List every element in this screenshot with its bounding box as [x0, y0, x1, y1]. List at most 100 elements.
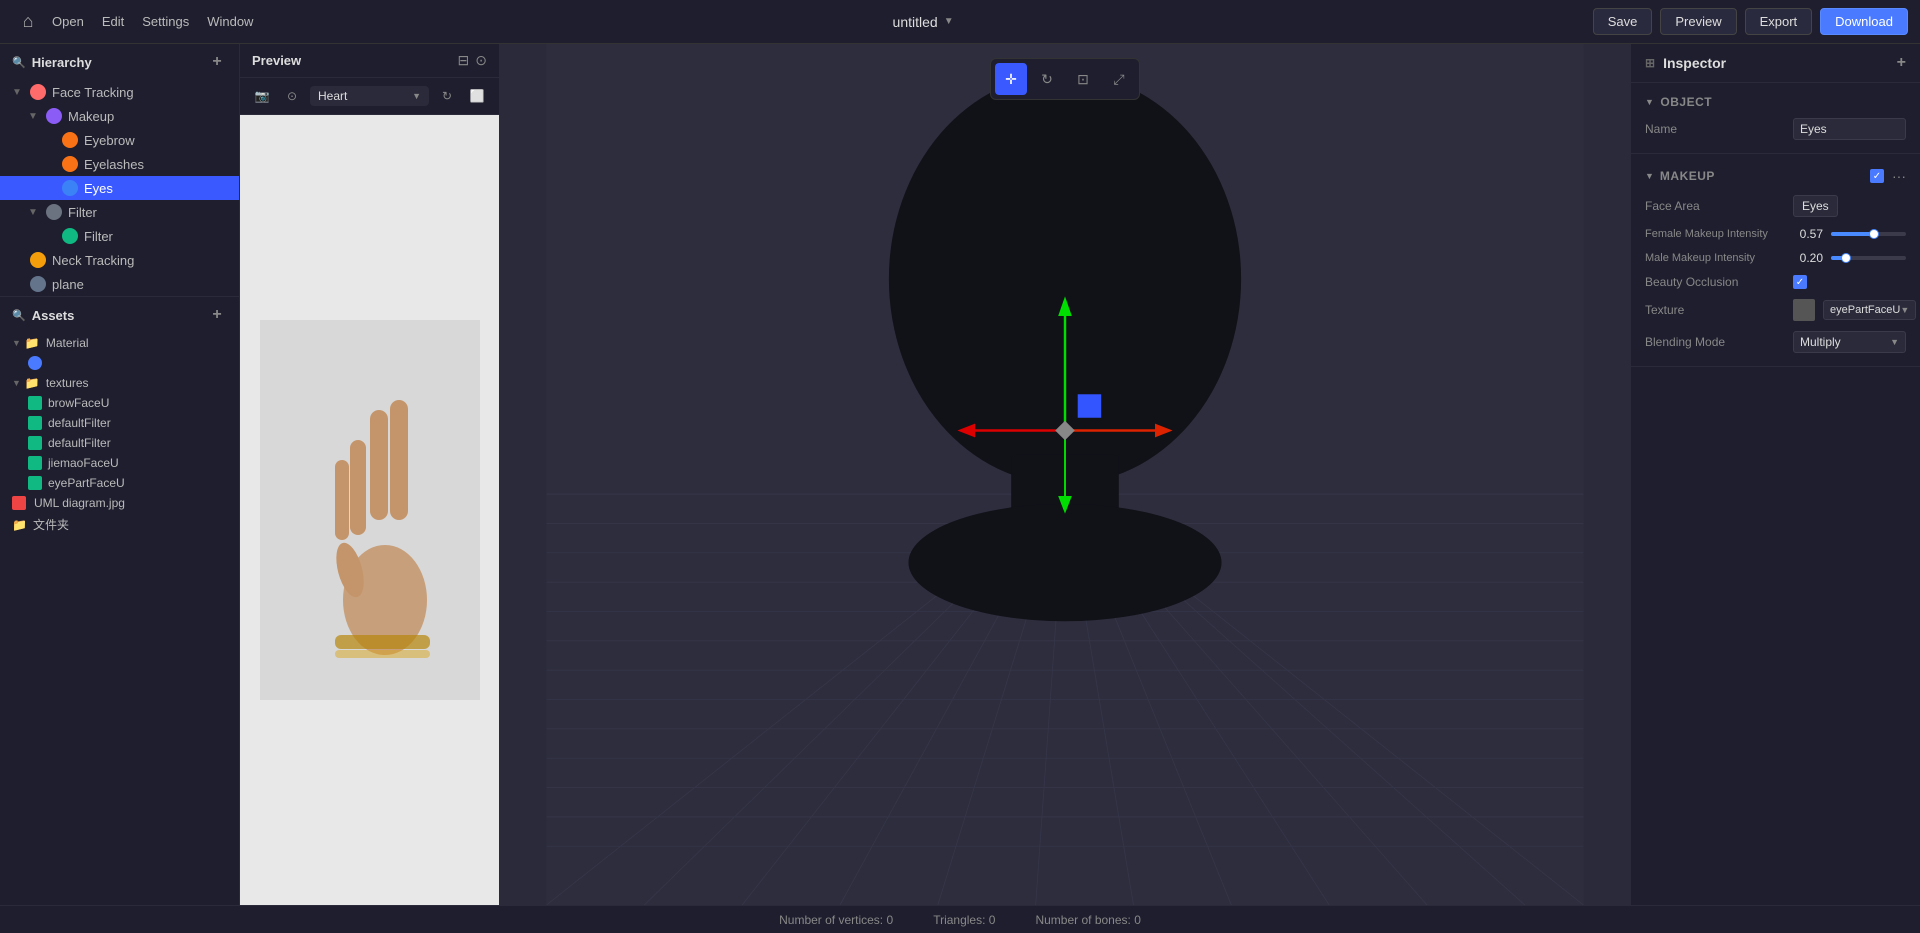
- texture-select[interactable]: eyePartFaceU ▼: [1823, 300, 1916, 320]
- male-intensity-slider[interactable]: [1831, 256, 1906, 260]
- jiemaoFaceU-label: jiemaoFaceU: [48, 456, 119, 470]
- scale-uniform-tool[interactable]: ⊡: [1067, 63, 1099, 95]
- hierarchy-title: Hierarchy: [32, 55, 92, 70]
- fullscreen-icon[interactable]: ⬜: [465, 84, 489, 108]
- menu-open[interactable]: Open: [52, 14, 84, 29]
- face-area-label: Face Area: [1645, 199, 1785, 213]
- download-button[interactable]: Download: [1820, 8, 1908, 35]
- preview-button[interactable]: Preview: [1660, 8, 1736, 35]
- plane-icon: [30, 276, 46, 292]
- preview-settings-icon[interactable]: ⊙: [475, 52, 487, 69]
- sidebar-item-filter[interactable]: Filter: [0, 224, 239, 248]
- expand-icon: ▼: [12, 378, 21, 388]
- sidebar-item-eyes[interactable]: Eyes: [0, 176, 239, 200]
- texture-row: Texture eyePartFaceU ▼: [1631, 294, 1920, 326]
- sidebar-item-neck-tracking[interactable]: Neck Tracking: [0, 248, 239, 272]
- female-intensity-row: Female Makeup Intensity 0.57: [1631, 222, 1920, 246]
- file-icon: [28, 436, 42, 450]
- object-section-label: Object: [1660, 95, 1712, 109]
- rotate-tool[interactable]: ↻: [1031, 63, 1063, 95]
- neck-tracking-icon: [30, 252, 46, 268]
- sidebar-item-eyelashes[interactable]: Eyelashes: [0, 152, 239, 176]
- sidebar-item-filter-folder[interactable]: ▼ Filter: [0, 200, 239, 224]
- assets-item-jiemaoFaceU[interactable]: jiemaoFaceU: [0, 453, 239, 473]
- topbar-actions: Save Preview Export Download: [1593, 8, 1908, 35]
- name-input[interactable]: [1793, 118, 1906, 140]
- assets-item-browFaceU[interactable]: browFaceU: [0, 393, 239, 413]
- assets-item-defaultFilter1[interactable]: defaultFilter: [0, 413, 239, 433]
- sidebar-item-makeup[interactable]: ▼ Makeup: [0, 104, 239, 128]
- beauty-occlusion-checkbox[interactable]: [1793, 275, 1807, 289]
- uml-diagram-label: UML diagram.jpg: [34, 496, 125, 510]
- preview-panel: Preview ⊟ ⊙ 📷 ⊙ Heart ▼ ↻ ⬜: [240, 44, 500, 905]
- image-file-icon: [12, 496, 26, 510]
- section-collapse-icon: ▼: [1645, 171, 1654, 181]
- expand-icon: ▼: [28, 207, 44, 218]
- viewport: ✛ ↻ ⊡ ⤢ F: [500, 44, 1630, 905]
- assets-item-material[interactable]: ▼ 📁 Material: [0, 333, 239, 353]
- female-intensity-label: Female Makeup Intensity: [1645, 228, 1785, 240]
- blending-mode-label: Blending Mode: [1645, 335, 1785, 349]
- female-intensity-value: 0.57: [1793, 227, 1823, 241]
- scale-directional-tool[interactable]: ⤢: [1103, 63, 1135, 95]
- preview-image: [240, 115, 499, 905]
- export-button[interactable]: Export: [1745, 8, 1813, 35]
- menu-window[interactable]: Window: [207, 14, 253, 29]
- eyebrow-label: Eyebrow: [84, 133, 135, 148]
- section-collapse-icon: ▼: [1645, 97, 1654, 107]
- defaultFilter1-label: defaultFilter: [48, 416, 111, 430]
- sidebar-item-eyebrow[interactable]: Eyebrow: [0, 128, 239, 152]
- eyes-icon: [62, 180, 78, 196]
- preview-collapse-icon[interactable]: ⊟: [458, 52, 470, 69]
- home-button[interactable]: ⌂: [12, 6, 44, 38]
- makeup-more-icon[interactable]: ···: [1892, 168, 1906, 184]
- inspector-title: Inspector: [1663, 55, 1726, 71]
- assets-add-button[interactable]: +: [207, 305, 227, 325]
- file-icon: [28, 396, 42, 410]
- assets-item-textures[interactable]: ▼ 📁 textures: [0, 373, 239, 393]
- assets-item-uml-diagram[interactable]: UML diagram.jpg: [0, 493, 239, 513]
- menu-settings[interactable]: Settings: [142, 14, 189, 29]
- statusbar: Number of vertices: 0 Triangles: 0 Numbe…: [0, 905, 1920, 933]
- menu-edit[interactable]: Edit: [102, 14, 124, 29]
- textures-label: textures: [46, 376, 89, 390]
- save-button[interactable]: Save: [1593, 8, 1653, 35]
- makeup-section: ▼ Makeup ··· Face Area Eyes Female Makeu…: [1631, 154, 1920, 367]
- assets-item-mat-circle[interactable]: [0, 353, 239, 373]
- beauty-occlusion-label: Beauty Occlusion: [1645, 275, 1785, 289]
- browFaceU-label: browFaceU: [48, 396, 109, 410]
- move-tool[interactable]: ✛: [995, 63, 1027, 95]
- assets-item-eyePartFaceU[interactable]: eyePartFaceU: [0, 473, 239, 493]
- preview-record-icon[interactable]: ⊙: [280, 84, 304, 108]
- slider-thumb[interactable]: [1869, 229, 1879, 239]
- blending-mode-select[interactable]: Multiply ▼: [1793, 331, 1906, 353]
- object-section-header[interactable]: ▼ Object: [1631, 91, 1920, 113]
- refresh-icon[interactable]: ↻: [435, 84, 459, 108]
- assets-item-wenjian[interactable]: 📁 文件夹: [0, 513, 239, 536]
- inspector-header: ⊞ Inspector +: [1631, 44, 1920, 83]
- preview-camera-icon[interactable]: 📷: [250, 84, 274, 108]
- preview-scene-dropdown[interactable]: Heart ▼: [310, 86, 429, 106]
- makeup-enabled-checkbox[interactable]: [1870, 169, 1884, 183]
- slider-thumb[interactable]: [1841, 253, 1851, 263]
- assets-header: 🔍 Assets +: [0, 297, 239, 333]
- sidebar-item-plane[interactable]: plane: [0, 272, 239, 296]
- viewport-scene: [500, 44, 1630, 905]
- title-dropdown-icon[interactable]: ▼: [944, 16, 954, 27]
- file-icon: [28, 416, 42, 430]
- hierarchy-add-button[interactable]: +: [207, 52, 227, 72]
- eyelashes-label: Eyelashes: [84, 157, 144, 172]
- female-intensity-slider[interactable]: [1831, 232, 1906, 236]
- makeup-icon: [46, 108, 62, 124]
- file-icon: [28, 456, 42, 470]
- assets-item-defaultFilter2[interactable]: defaultFilter: [0, 433, 239, 453]
- inspector-add-button[interactable]: +: [1897, 54, 1906, 72]
- blending-mode-row: Blending Mode Multiply ▼: [1631, 326, 1920, 358]
- texture-value: eyePartFaceU: [1830, 304, 1900, 316]
- sidebar-item-face-tracking[interactable]: ▼ Face Tracking: [0, 80, 239, 104]
- preview-header-actions: ⊟ ⊙: [458, 52, 487, 69]
- main-layout: 🔍 Hierarchy + ▼ Face Tracking ▼ Makeup: [0, 44, 1920, 905]
- filter-folder-icon: [46, 204, 62, 220]
- triangles-stat: Triangles: 0: [933, 913, 995, 927]
- expand-icon: ▼: [28, 111, 44, 122]
